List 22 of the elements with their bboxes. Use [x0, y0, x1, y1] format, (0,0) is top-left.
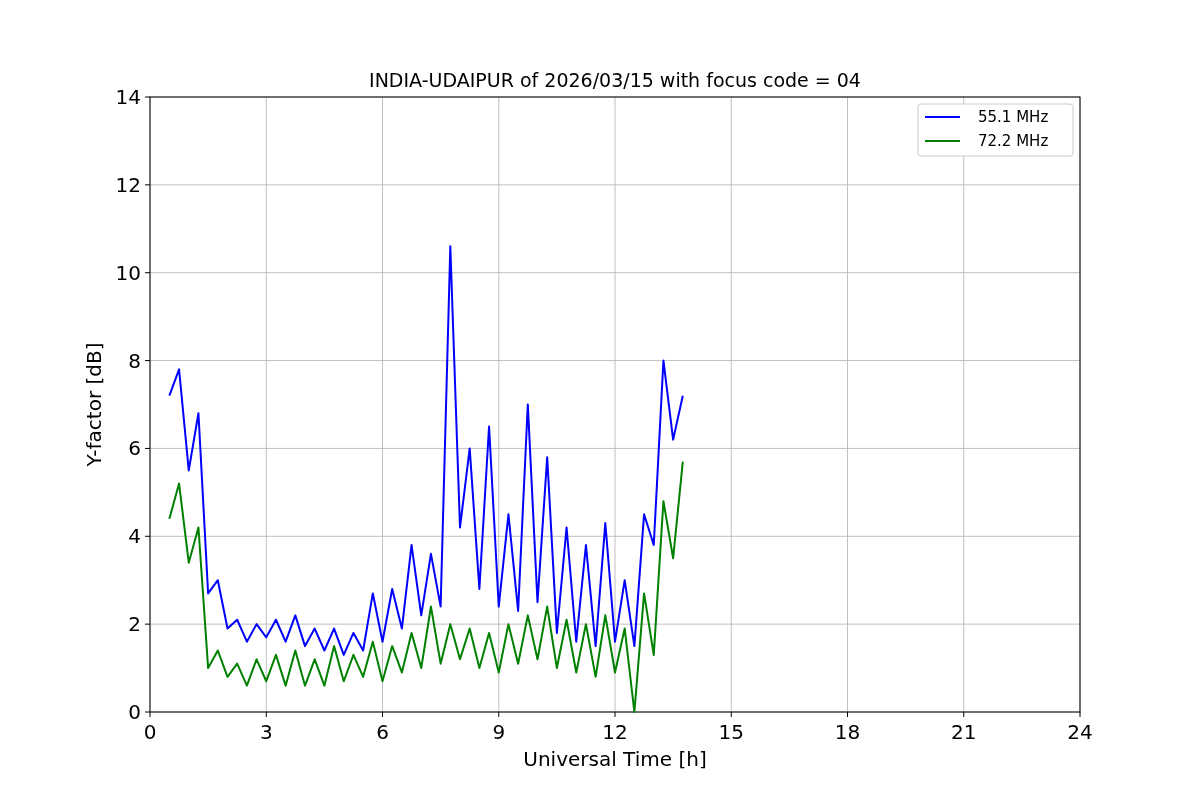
tick-label: 21 — [951, 720, 977, 744]
axis-label: Y-factor [dB] — [82, 342, 106, 467]
tick-label: 15 — [718, 720, 744, 744]
axis-label: Universal Time [h] — [523, 747, 707, 771]
tick-label: 24 — [1067, 720, 1093, 744]
tick-label: 9 — [492, 720, 506, 744]
tick-label: 6 — [128, 436, 141, 461]
tick-label: 0 — [143, 720, 157, 744]
tick-label: 14 — [115, 85, 141, 109]
tick-label: 0 — [128, 700, 141, 724]
tick-label: 10 — [115, 260, 141, 285]
tick-label: 12 — [115, 172, 141, 197]
tick-label: 12 — [602, 720, 628, 744]
tick-label: 2 — [128, 612, 141, 637]
tick-label: 18 — [834, 720, 861, 744]
tick-label: 8 — [128, 348, 141, 373]
chart-title: INDIA-UDAIPUR of 2026/03/15 with focus code = 04 — [369, 69, 861, 91]
legend-label: 55.1 MHz — [978, 108, 1049, 126]
tick-label: 4 — [128, 524, 141, 549]
tick-label: 3 — [259, 720, 273, 744]
legend-label: 72.2 MHz — [978, 132, 1049, 150]
tick-label: 6 — [376, 720, 389, 744]
